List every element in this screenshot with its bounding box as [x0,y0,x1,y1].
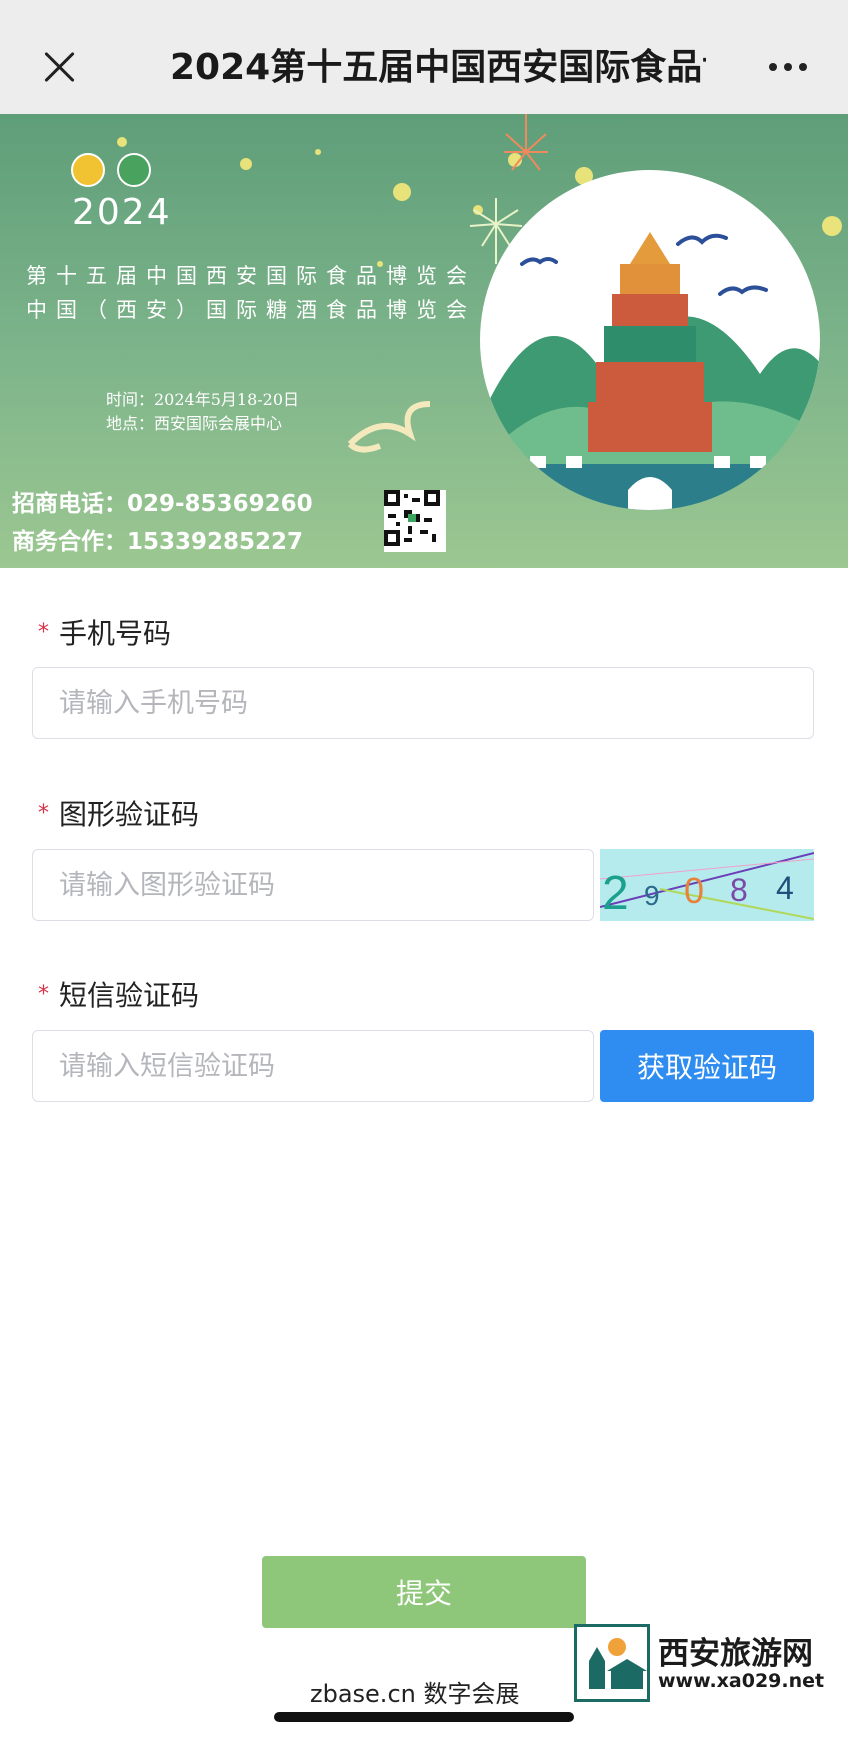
captcha-label: * 图形验证码 [38,798,200,831]
captcha-char-5: 4 [776,870,794,906]
phone-label: * 手机号码 [38,617,172,650]
submit-button[interactable]: 提交 [262,1556,586,1628]
required-mark: * [38,620,49,645]
banner-recruit-phone: 招商电话：029-85369260 [12,491,313,517]
footer-text: zbase.cn 数字会展 [310,1680,520,1708]
page-title: 2024第十五届中国西安国际食品博览会 [170,47,706,88]
banner-title-line2: 中国（西安）国际糖酒食品博览会 [26,298,476,322]
banner-time: 时间：2024年5月18-20日 [106,390,300,409]
captcha-char-4: 8 [730,872,748,908]
captcha-char-1: 2 [602,867,629,920]
close-icon[interactable] [30,38,90,98]
qr-code-image [384,490,446,552]
captcha-char-3: 0 [684,870,704,911]
watermark: 西安旅游网 www.xa029.net [574,1624,848,1702]
banner-venue: 地点：西安国际会展中心 [106,414,283,433]
watermark-logo [574,1624,650,1702]
watermark-url: www.xa029.net [658,1670,825,1692]
get-sms-code-button[interactable]: 获取验证码 [600,1030,814,1102]
event-banner: 2024 第十五届中国西安国际食品博览会 中国（西安）国际糖酒食品博览会 时间：… [0,114,848,568]
banner-title-line1: 第十五届中国西安国际食品博览会 [26,264,476,288]
home-indicator[interactable] [274,1712,574,1722]
sms-label: * 短信验证码 [38,979,200,1012]
watermark-name: 西安旅游网 [658,1636,813,1672]
captcha-input[interactable] [32,849,594,921]
banner-business-phone: 商务合作：15339285227 [12,529,304,555]
more-options-icon[interactable] [764,52,812,82]
banner-year: 2024 [72,192,172,233]
top-bar: 2024第十五届中国西安国际食品博览会 [0,0,848,114]
captcha-char-2: 9 [644,880,660,911]
phone-input[interactable] [32,667,814,739]
required-mark: * [38,801,49,826]
captcha-image[interactable]: 2 9 0 8 4 [600,849,814,921]
required-mark: * [38,982,49,1007]
sms-code-input[interactable] [32,1030,594,1102]
